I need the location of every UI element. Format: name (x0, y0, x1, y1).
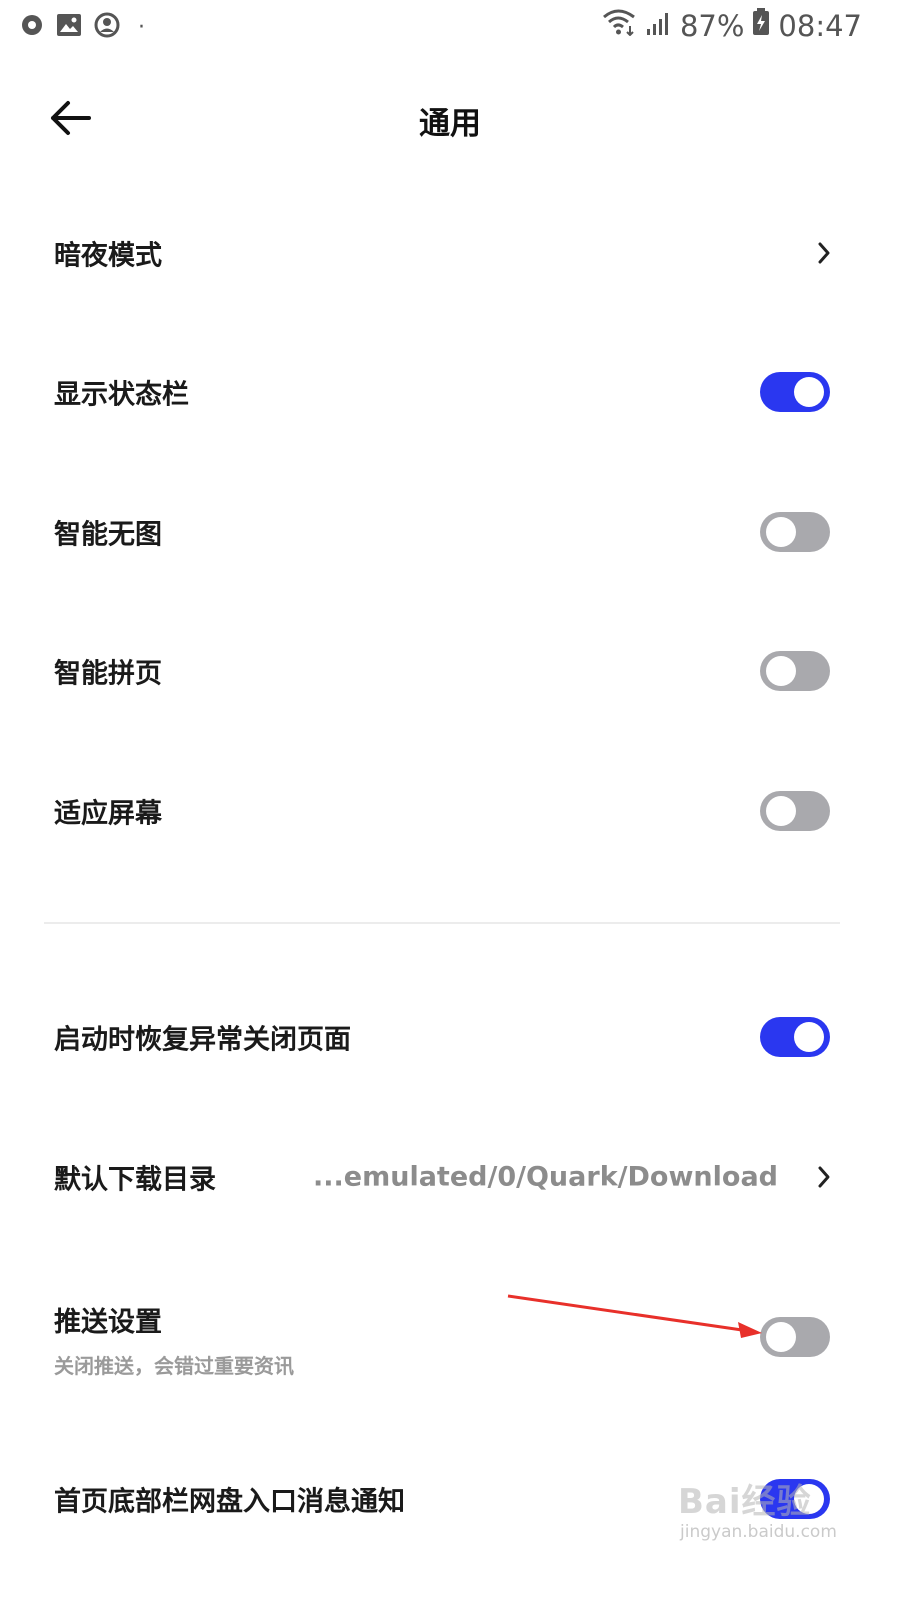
setting-label: 适应屏幕 (54, 798, 162, 830)
setting-label: 智能拼页 (54, 658, 162, 690)
watermark-logo: Bai经验 (678, 1482, 812, 1522)
toggle-knob (766, 517, 796, 547)
restore-pages-toggle[interactable] (760, 1017, 830, 1057)
setting-sublabel: 关闭推送，会错过重要资讯 (54, 1354, 294, 1378)
toggle-knob (794, 1022, 824, 1052)
setting-dark-mode[interactable]: 暗夜模式 (0, 198, 900, 308)
setting-smart-no-image: 智能无图 (0, 477, 900, 587)
setting-show-status-bar: 显示状态栏 (0, 337, 900, 447)
section-divider (44, 922, 840, 924)
status-bar-right: 87% 08:47 (602, 8, 862, 43)
dot-icon: · (138, 14, 145, 40)
account-icon (94, 12, 120, 42)
setting-label: 启动时恢复异常关闭页面 (54, 1024, 351, 1056)
page-title: 通用 (419, 106, 481, 142)
signal-icon (646, 9, 672, 43)
chevron-right-icon (814, 1162, 834, 1192)
setting-label: 显示状态栏 (54, 379, 189, 411)
push-notifications-toggle[interactable] (760, 1317, 830, 1357)
setting-restore-pages: 启动时恢复异常关闭页面 (0, 982, 900, 1092)
chevron-right-icon (814, 238, 834, 268)
download-path-value: ...emulated/0/Quark/Download (313, 1161, 778, 1193)
setting-push-notifications: 推送设置 关闭推送，会错过重要资讯 (0, 1282, 900, 1392)
clock: 08:47 (778, 8, 862, 43)
setting-smart-page-join: 智能拼页 (0, 616, 900, 726)
setting-label: 默认下载目录 (54, 1164, 216, 1196)
baidu-watermark: Bai经验 jingyan.baidu.com (672, 1468, 872, 1558)
setting-label: 首页底部栏网盘入口消息通知 (54, 1486, 405, 1518)
toggle-knob (766, 796, 796, 826)
fit-screen-toggle[interactable] (760, 791, 830, 831)
status-bar: · 87% 08:47 (0, 0, 900, 52)
setting-fit-screen: 适应屏幕 (0, 756, 900, 866)
wifi-icon (602, 8, 638, 43)
show-status-bar-toggle[interactable] (760, 372, 830, 412)
setting-download-directory[interactable]: 默认下载目录 ...emulated/0/Quark/Download (0, 1122, 900, 1232)
toggle-knob (766, 1322, 796, 1352)
status-bar-left: · (20, 12, 145, 42)
setting-label: 暗夜模式 (54, 240, 162, 272)
setting-label: 智能无图 (54, 519, 162, 551)
smart-no-image-toggle[interactable] (760, 512, 830, 552)
battery-charging-icon (752, 8, 770, 43)
circle-icon (20, 13, 44, 41)
image-icon (56, 13, 82, 41)
watermark-url: jingyan.baidu.com (680, 1522, 837, 1542)
battery-percentage: 87% (679, 8, 745, 43)
smart-page-join-toggle[interactable] (760, 651, 830, 691)
toggle-knob (766, 656, 796, 686)
setting-label: 推送设置 (54, 1307, 162, 1338)
toggle-knob (794, 377, 824, 407)
header: 通用 (0, 80, 900, 160)
